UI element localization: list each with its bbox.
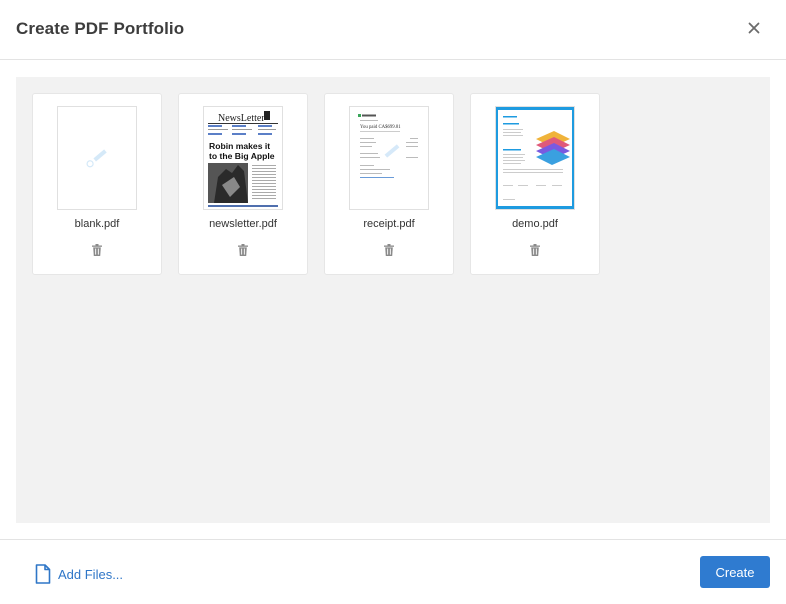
trash-icon xyxy=(238,244,248,256)
file-name: demo.pdf xyxy=(512,218,558,230)
receipt-thumbnail: You paid CA$699.81 xyxy=(350,107,428,209)
file-name: newsletter.pdf xyxy=(209,218,277,230)
file-name: blank.pdf xyxy=(74,218,120,230)
file-card[interactable]: demo.pdf xyxy=(470,93,600,275)
delete-file-button[interactable] xyxy=(384,243,394,256)
add-files-button[interactable]: Add Files... xyxy=(35,564,123,584)
add-files-label: Add Files... xyxy=(58,566,124,582)
file-thumbnail: You paid CA$699.81 xyxy=(349,106,429,210)
delete-file-button[interactable] xyxy=(530,243,540,256)
newsletter-thumbnail: NewsLetter Robin makes it to the Big App… xyxy=(204,107,282,209)
trash-icon xyxy=(384,244,394,256)
delete-file-button[interactable] xyxy=(238,243,248,256)
dialog-header: Create PDF Portfolio xyxy=(0,0,786,60)
demo-thumbnail xyxy=(496,107,574,209)
close-icon xyxy=(748,22,760,34)
dialog-title: Create PDF Portfolio xyxy=(16,19,185,38)
newsletter-masthead: NewsLetter xyxy=(218,113,265,124)
file-thumbnail xyxy=(57,106,137,210)
file-name: receipt.pdf xyxy=(363,218,415,230)
newsletter-headline-line2: to the Big Apple xyxy=(209,151,275,161)
portfolio-file-area: blank.pdf NewsLetter Robin makes it to t… xyxy=(16,77,770,523)
file-thumbnail: NewsLetter Robin makes it to the Big App… xyxy=(203,106,283,210)
file-card[interactable]: You paid CA$699.81 receipt.pdf xyxy=(324,93,454,275)
delete-file-button[interactable] xyxy=(92,243,102,256)
trash-icon xyxy=(92,244,102,256)
newsletter-headline-line1: Robin makes it xyxy=(209,141,270,151)
close-button[interactable] xyxy=(744,18,764,38)
file-card[interactable]: NewsLetter Robin makes it to the Big App… xyxy=(178,93,308,275)
create-button[interactable]: Create xyxy=(700,556,770,588)
receipt-amount: You paid CA$699.81 xyxy=(360,125,401,130)
create-pdf-portfolio-dialog: Create PDF Portfolio blank.pdf NewsLette… xyxy=(0,0,786,604)
trash-icon xyxy=(530,244,540,256)
dialog-footer: Add Files... Create xyxy=(0,539,786,604)
file-icon xyxy=(35,564,51,584)
file-card[interactable]: blank.pdf xyxy=(32,93,162,275)
file-thumbnail xyxy=(495,106,575,210)
blank-page-thumbnail xyxy=(58,107,136,209)
